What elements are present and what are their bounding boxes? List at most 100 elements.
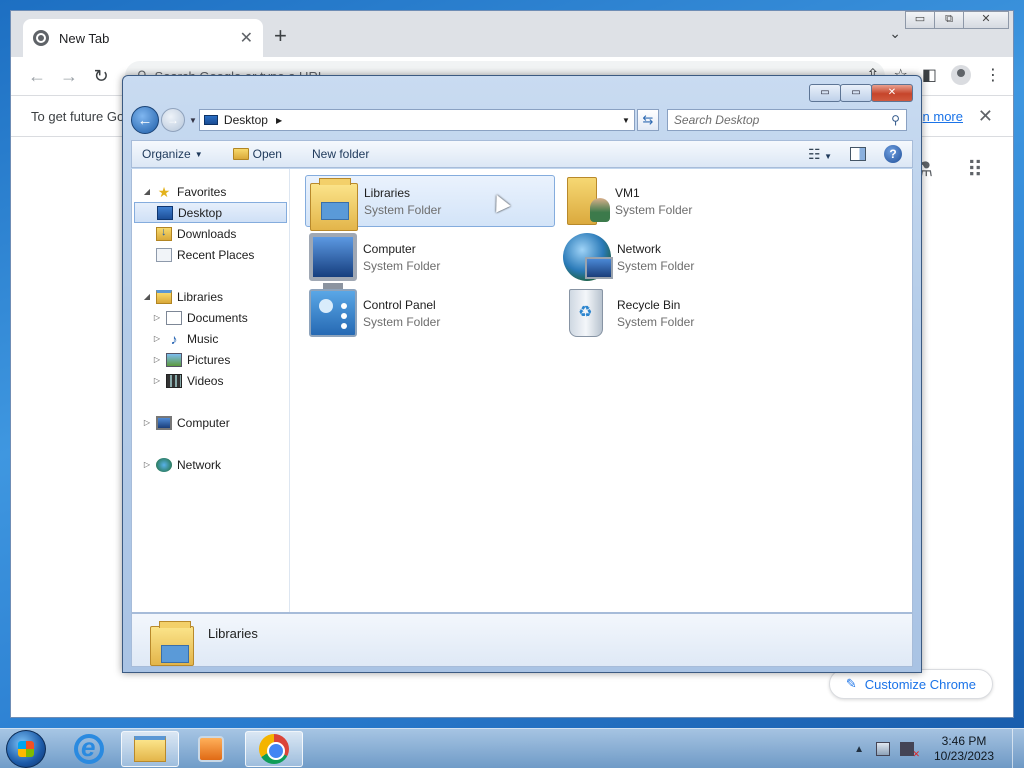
details-item-name: Libraries [208, 625, 258, 641]
taskbar-internet-explorer[interactable] [60, 731, 118, 767]
mouse-cursor-icon [489, 191, 511, 213]
show-desktop-button[interactable] [1012, 729, 1024, 768]
nav-item-label: Downloads [177, 226, 237, 241]
clock[interactable]: 3:46 PM 10/23/2023 [924, 734, 1004, 764]
back-button[interactable]: ← [131, 106, 159, 134]
change-view-button[interactable]: ☷ ▼ [808, 146, 832, 163]
explorer-minimize-button[interactable]: ▭ [809, 84, 841, 102]
start-button[interactable] [6, 730, 46, 768]
collapsed-triangle-icon[interactable]: ▷ [152, 313, 162, 322]
explorer-close-button[interactable]: ✕ [871, 84, 913, 102]
back-arrow-icon[interactable]: ← [21, 66, 53, 87]
customize-chrome-button[interactable]: ✎ Customize Chrome [828, 669, 993, 699]
item-name: Network [617, 241, 662, 256]
forward-arrow-icon[interactable]: → [53, 66, 85, 87]
apps-grid-icon[interactable]: ⠿ [967, 157, 983, 183]
nav-item-label: Videos [187, 373, 224, 388]
chrome-minimize-button[interactable]: ▭ [905, 11, 935, 29]
item-type: System Folder [615, 202, 693, 217]
infobar-learn-more-link[interactable]: n more [923, 109, 963, 124]
nav-item-libraries[interactable]: ◢ Libraries [132, 286, 289, 307]
tab-close-icon[interactable]: ✕ [240, 28, 253, 48]
explorer-maximize-button[interactable]: ▭ [840, 84, 872, 102]
new-folder-label: New folder [311, 147, 370, 161]
nav-item-pictures[interactable]: ▷ Pictures [132, 349, 289, 370]
item-vm1[interactable]: VM1 System Folder [559, 175, 809, 227]
item-type: System Folder [363, 314, 441, 329]
taskbar-windows-explorer[interactable] [121, 731, 179, 767]
pencil-icon: ✎ [845, 676, 857, 691]
chrome-favicon-icon [33, 30, 49, 46]
chrome-tab-new-tab[interactable]: New Tab ✕ [23, 19, 263, 57]
pictures-icon [166, 352, 182, 367]
collapsed-triangle-icon[interactable]: ▷ [142, 460, 152, 469]
collapsed-triangle-icon[interactable]: ▷ [152, 355, 162, 364]
nav-item-network[interactable]: ▷ Network [132, 454, 289, 475]
nav-item-documents[interactable]: ▷ Documents [132, 307, 289, 328]
address-location[interactable]: Desktop [224, 113, 268, 127]
chrome-tab-strip: New Tab ✕ + ⌄ ▭ ⧉ ✕ [11, 11, 1013, 57]
libraries-icon [310, 178, 358, 231]
nav-item-favorites[interactable]: ◢ ★ Favorites [132, 181, 289, 202]
search-icon: ⚲ [891, 113, 900, 127]
expanded-triangle-icon[interactable]: ◢ [142, 187, 152, 196]
preview-pane-icon[interactable] [850, 147, 866, 161]
item-network[interactable]: Network System Folder [559, 231, 809, 283]
item-control-panel[interactable]: Control Panel System Folder [305, 287, 555, 339]
open-folder-icon [232, 148, 249, 160]
expanded-triangle-icon[interactable]: ◢ [142, 292, 152, 301]
item-libraries[interactable]: Libraries System Folder [305, 175, 555, 231]
explorer-window-controls: ▭ ▭ ✕ [809, 84, 913, 102]
nav-item-computer[interactable]: ▷ Computer [132, 412, 289, 433]
new-tab-button[interactable]: + [274, 23, 287, 49]
chevron-down-icon: ▼ [824, 151, 832, 161]
taskbar-chrome[interactable] [245, 731, 303, 767]
view-controls: ☷ ▼ ? [808, 145, 902, 163]
infobar-close-icon[interactable]: ✕ [978, 106, 993, 127]
internet-explorer-icon [74, 732, 104, 764]
item-recycle-bin[interactable]: Recycle Bin System Folder [559, 287, 809, 339]
tab-search-chevron-icon[interactable]: ⌄ [889, 25, 901, 42]
nav-item-music[interactable]: ▷ ♪ Music [132, 328, 289, 349]
item-type: System Folder [617, 314, 695, 329]
history-dropdown-icon[interactable]: ▼ [189, 116, 197, 125]
collapsed-triangle-icon[interactable]: ▷ [142, 418, 152, 427]
profile-avatar-icon[interactable] [951, 65, 971, 85]
collapsed-triangle-icon[interactable]: ▷ [152, 376, 162, 385]
item-name: Libraries [364, 185, 411, 200]
nav-item-label: Pictures [187, 352, 231, 367]
address-dropdown-icon[interactable]: ▼ [622, 116, 630, 125]
nav-item-videos[interactable]: ▷ Videos [132, 370, 289, 391]
network-status-icon[interactable] [876, 742, 890, 756]
address-bar[interactable]: Desktop ▶ ▼ [198, 109, 635, 131]
nav-item-downloads[interactable]: Downloads [132, 223, 289, 244]
nav-item-recent-places[interactable]: Recent Places [132, 244, 289, 265]
search-input[interactable]: Search Desktop ⚲ [666, 109, 907, 131]
item-name: Computer [363, 241, 416, 256]
side-panel-icon[interactable]: ◧ [922, 65, 937, 85]
open-button[interactable]: Open [232, 147, 282, 161]
taskbar-media-player[interactable] [182, 731, 240, 767]
forward-button[interactable]: → [161, 108, 185, 132]
nav-item-label: Computer [177, 415, 230, 430]
new-folder-button[interactable]: New folder [312, 147, 369, 161]
menu-kebab-icon[interactable]: ⋮ [985, 65, 1001, 85]
breadcrumb-arrow-icon[interactable]: ▶ [276, 116, 282, 125]
command-bar: Organize ▼ Open New folder ☷ ▼ ? [131, 140, 913, 168]
reload-icon[interactable]: ↻ [85, 66, 117, 87]
chrome-maximize-button[interactable]: ⧉ [934, 11, 964, 29]
item-type: System Folder [364, 202, 442, 217]
show-hidden-icons-icon[interactable]: ▲ [854, 744, 864, 755]
volume-muted-icon[interactable] [900, 742, 920, 760]
recycle-bin-icon [569, 289, 603, 337]
nav-item-desktop[interactable]: Desktop [134, 202, 287, 223]
refresh-icon[interactable]: ⇆ [636, 109, 659, 131]
chrome-close-button[interactable]: ✕ [963, 11, 1009, 29]
help-icon[interactable]: ? [884, 145, 902, 163]
star-icon: ★ [157, 183, 171, 200]
collapsed-triangle-icon[interactable]: ▷ [152, 334, 162, 343]
item-computer[interactable]: Computer System Folder [305, 231, 555, 289]
computer-icon [309, 233, 357, 289]
organize-button[interactable]: Organize ▼ [142, 147, 203, 161]
